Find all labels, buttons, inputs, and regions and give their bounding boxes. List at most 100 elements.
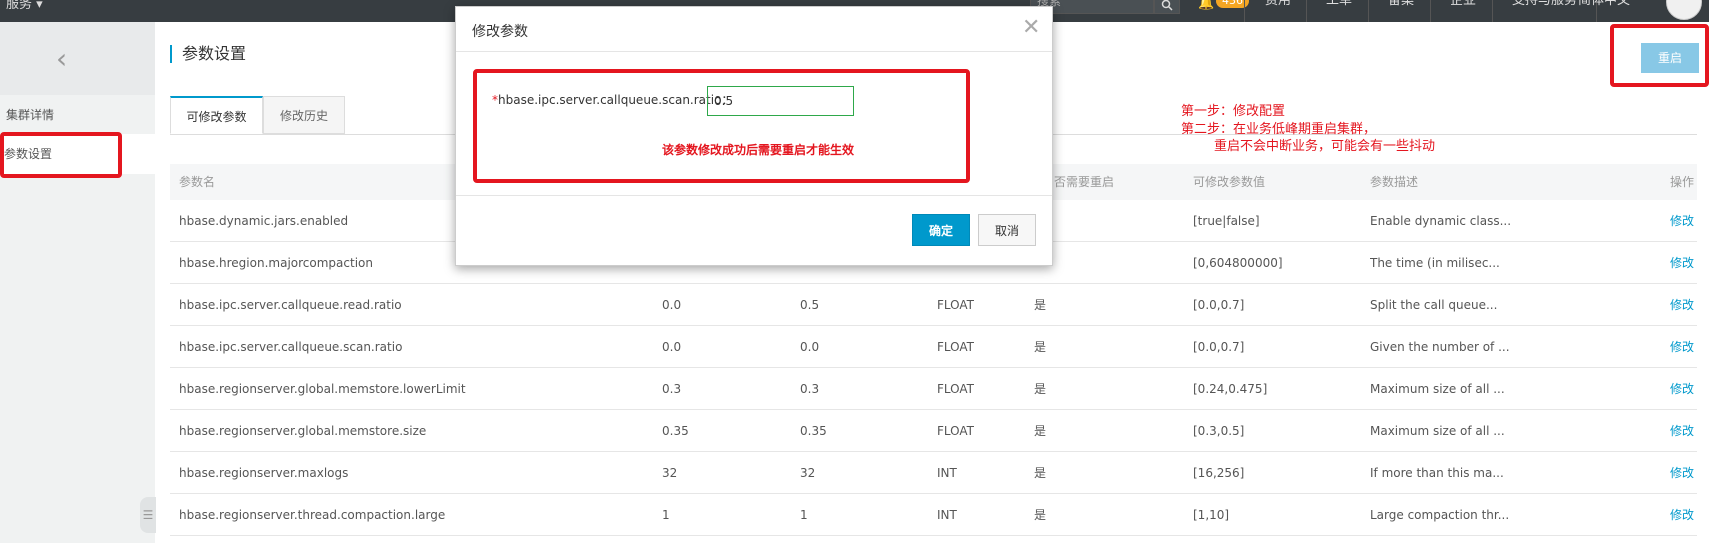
cell-default-value: 0.3 (662, 382, 682, 396)
cell-needs-restart: 是 (1034, 298, 1047, 312)
edit-link[interactable]: 修改 (1670, 494, 1694, 536)
back-button[interactable]: ‹ (0, 22, 155, 95)
bell-icon[interactable]: 🔔 (1198, 0, 1214, 11)
confirm-button[interactable]: 确定 (912, 214, 970, 246)
cell-type: FLOAT (937, 424, 975, 438)
dialog-title: 修改参数 (472, 24, 528, 40)
cell-default-value: 0.0 (662, 340, 682, 354)
cell-param-name: hbase.regionserver.global.memstore.size (179, 424, 427, 438)
edit-link[interactable]: 修改 (1670, 368, 1694, 410)
cell-range: [0.0,0.7] (1193, 298, 1245, 312)
nav-enterprise[interactable]: 企业 (1450, 0, 1476, 8)
cell-description: Large compaction thr... (1370, 508, 1510, 522)
table-row: hbase.ipc.server.callqueue.scan.ratio 0.0… (170, 326, 1697, 368)
divider (1430, 0, 1431, 22)
col-header-restart: 否需要重启 (1054, 175, 1115, 189)
cell-description: Enable dynamic class... (1370, 214, 1512, 228)
cell-description: The time (in milisec... (1370, 256, 1500, 270)
table-row: hbase.regionserver.global.memstore.lower… (170, 368, 1697, 410)
cell-current-value: 1 (800, 508, 808, 522)
cell-range: [0.0,0.7] (1193, 340, 1245, 354)
highlight-box-sidebar (0, 132, 122, 178)
cell-range: [16,256] (1193, 466, 1245, 480)
cell-default-value: 0.35 (662, 424, 689, 438)
cell-needs-restart: 是 (1034, 424, 1047, 438)
search-button[interactable] (1154, 0, 1180, 14)
cell-needs-restart: 是 (1034, 508, 1047, 522)
nav-tickets[interactable]: 工单 (1326, 0, 1352, 8)
col-header-range: 可修改参数值 (1193, 175, 1266, 189)
col-header-name: 参数名 (179, 175, 216, 189)
cell-range: [true|false] (1193, 214, 1260, 228)
sidebar-item-cluster-detail[interactable]: 集群详情 (6, 106, 54, 123)
table-row: hbase.ipc.server.callqueue.read.ratio 0.0… (170, 284, 1697, 326)
cell-param-name: hbase.hregion.majorcompaction (179, 256, 373, 270)
divider (1244, 0, 1245, 22)
divider (1306, 0, 1307, 22)
cell-type: FLOAT (937, 340, 975, 354)
sidebar-collapse-handle[interactable]: ☰ (140, 497, 156, 533)
dialog-header: 修改参数 ✕ (456, 7, 1052, 52)
edit-link[interactable]: 修改 (1670, 200, 1694, 242)
dialog-footer-divider (456, 195, 1052, 196)
cell-type: INT (937, 508, 957, 522)
nav-support[interactable]: 支持与服务 (1512, 0, 1577, 8)
chevron-left-icon: ‹ (56, 42, 68, 75)
highlight-box-restart (1610, 24, 1709, 87)
cell-type: FLOAT (937, 382, 975, 396)
cell-type: FLOAT (937, 298, 975, 312)
close-icon[interactable]: ✕ (1022, 15, 1040, 40)
nav-billing[interactable]: 费用 (1265, 0, 1291, 8)
cell-range: [0.24,0.475] (1193, 382, 1268, 396)
cell-description: Maximum size of all ... (1370, 424, 1505, 438)
edit-link[interactable]: 修改 (1670, 284, 1694, 326)
edit-link[interactable]: 修改 (1670, 452, 1694, 494)
nav-language[interactable]: 简体中文 (1578, 0, 1630, 8)
cell-needs-restart: 是 (1034, 382, 1047, 396)
search-icon (1161, 0, 1173, 11)
cell-description: Split the call queue... (1370, 298, 1498, 312)
cell-default-value: 32 (662, 466, 678, 480)
cell-description: Maximum size of all ... (1370, 382, 1505, 396)
cell-param-name: hbase.regionserver.thread.compaction.lar… (179, 508, 446, 522)
edit-link[interactable]: 修改 (1670, 326, 1694, 368)
cell-param-name: hbase.ipc.server.callqueue.read.ratio (179, 298, 402, 312)
cell-current-value: 32 (800, 466, 816, 480)
cell-needs-restart: 是 (1034, 340, 1047, 354)
cell-range: [0,604800000] (1193, 256, 1283, 270)
cell-current-value: 0.3 (800, 382, 820, 396)
divider (1492, 0, 1493, 22)
cell-type: INT (937, 466, 957, 480)
table-row: hbase.regionserver.global.memstore.size 0… (170, 410, 1697, 452)
edit-link[interactable]: 修改 (1670, 410, 1694, 452)
tab-edit-history[interactable]: 修改历史 (263, 96, 345, 134)
sidebar: ‹ 集群详情 参数设置 ☰ (0, 22, 156, 543)
nav-icp[interactable]: 备案 (1388, 0, 1414, 8)
page-title: 参数设置 (170, 45, 246, 63)
tab-editable-params[interactable]: 可修改参数 (170, 96, 263, 134)
table-row: hbase.regionserver.thread.compaction.lar… (170, 494, 1697, 536)
cancel-button[interactable]: 取消 (978, 214, 1036, 246)
edit-link[interactable]: 修改 (1670, 242, 1694, 284)
cell-current-value: 0.0 (800, 340, 820, 354)
annotation-step1: 第一步：修改配置 (1181, 104, 1286, 119)
cell-needs-restart: 是 (1034, 466, 1047, 480)
cell-range: [1,10] (1193, 508, 1230, 522)
service-menu[interactable]: 服务 ▾ (0, 0, 49, 22)
cell-default-value: 1 (662, 508, 670, 522)
cell-range: [0.3,0.5] (1193, 424, 1245, 438)
cell-current-value: 0.35 (800, 424, 827, 438)
cell-param-name: hbase.ipc.server.callqueue.scan.ratio (179, 340, 403, 354)
highlight-box-dialog (473, 69, 970, 183)
annotation-step2-note: 重启不会中断业务，可能会有一些抖动 (1181, 139, 1436, 154)
cell-description: Given the number of ... (1370, 340, 1510, 354)
cell-param-name: hbase.regionserver.global.memstore.lower… (179, 382, 466, 396)
cell-default-value: 0.0 (662, 298, 682, 312)
table-row: hbase.regionserver.maxlogs 32 32 INT 是 [16,25… (170, 452, 1697, 494)
cell-param-name: hbase.regionserver.maxlogs (179, 466, 349, 480)
avatar[interactable] (1666, 0, 1702, 20)
col-header-desc: 参数描述 (1370, 175, 1419, 189)
cell-param-name: hbase.dynamic.jars.enabled (179, 214, 349, 228)
annotation-step2: 第二步：在业务低峰期重启集群， (1181, 122, 1377, 137)
col-header-action: 操作 (1670, 175, 1695, 189)
